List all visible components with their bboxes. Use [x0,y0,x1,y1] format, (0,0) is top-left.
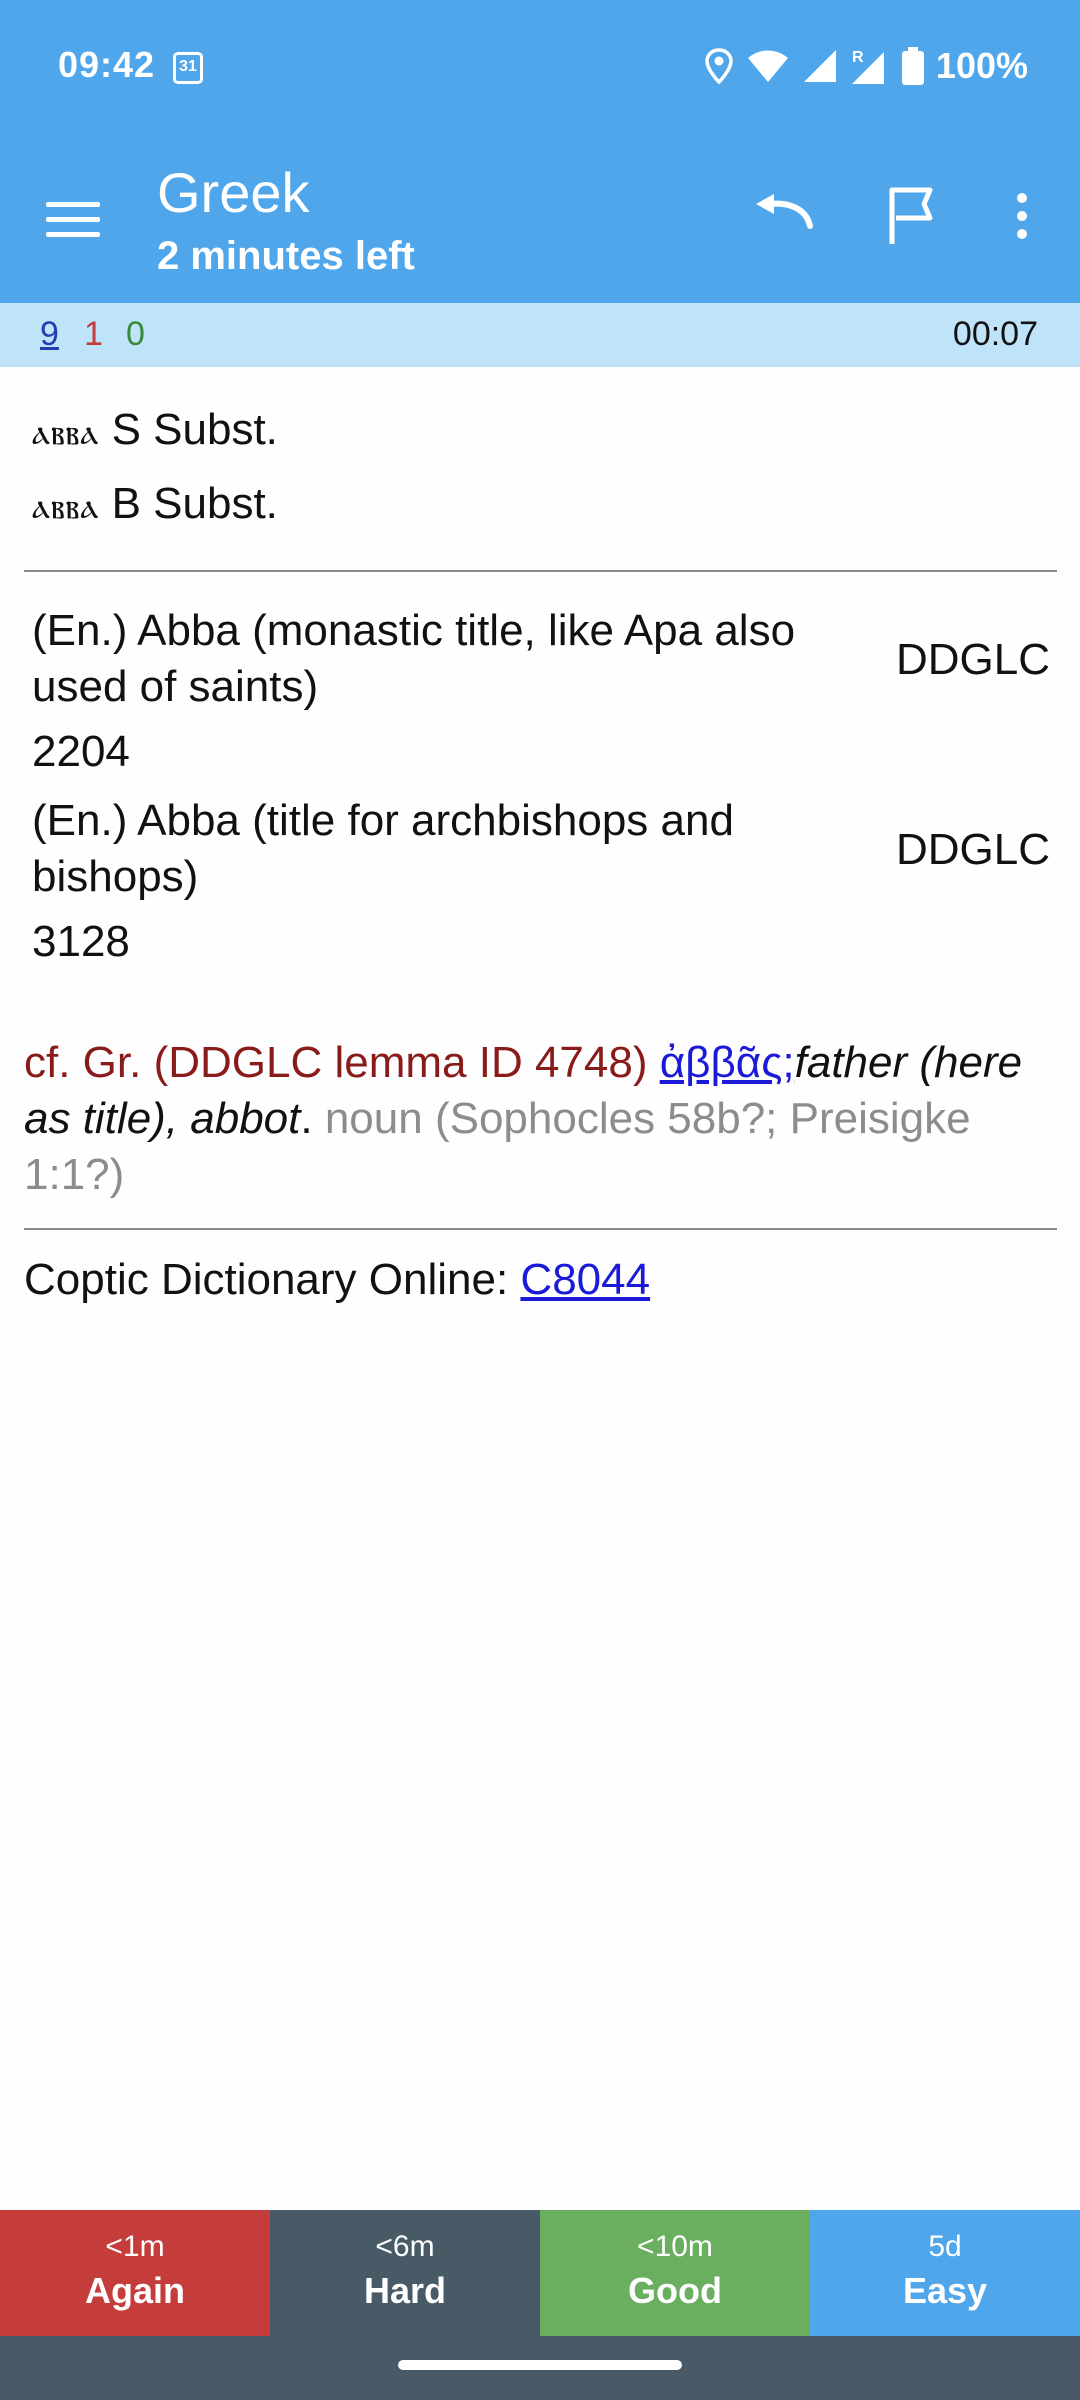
status-time: 09:42 [58,44,156,85]
good-interval: <10m [637,2230,713,2263]
more-options-button[interactable] [986,180,1058,252]
roaming-signal-icon: R [851,49,884,84]
undo-icon [756,194,813,229]
easy-button[interactable]: 5d Easy [810,2210,1080,2336]
coptic-word: ⲁⲃⲃⲁ [32,411,100,452]
hard-button[interactable]: <6m Hard [270,2210,540,2336]
signal-icon [803,50,836,82]
greek-period: . [300,1094,313,1143]
time-left: 2 minutes left [157,234,415,278]
easy-label: Easy [902,2270,988,2311]
again-interval: <1m [105,2230,165,2263]
hard-label: Hard [363,2270,447,2311]
coptic-entry: ⲁⲃⲃⲁ S Subst. [32,405,278,455]
navigation-bar [0,2336,1080,2400]
good-button[interactable]: <10m Good [540,2210,810,2336]
menu-icon-line [46,231,100,237]
status-icons: R 100% [704,44,1028,88]
home-gesture-handle[interactable] [398,2360,682,2370]
coptic-word: ⲁⲃⲃⲁ [32,485,100,526]
definition-source: DDGLC [895,825,1050,874]
status-bar: 09:42 31 R 100% [0,0,1080,134]
battery-percent: 100% [935,45,1028,86]
card-timer: 00:07 [952,315,1038,353]
definition-id: 3128 [32,917,130,966]
definition-text: (En.) Abba (monastic title, like Apa als… [32,606,796,711]
learning-count: 1 [84,315,103,353]
card-counts-bar: 9 1 0 00:07 [0,303,1080,367]
new-count: 9 [40,315,59,353]
greek-equivalent: cf. Gr. (DDGLC lemma ID 4748) ἀββᾶς;fath… [24,1035,1054,1203]
easy-interval: 5d [928,2230,962,2263]
cdo-label: Coptic Dictionary Online: [24,1255,521,1304]
again-button[interactable]: <1m Again [0,2210,270,2336]
definition-text: (En.) Abba (title for archbishops and bi… [32,796,734,901]
menu-icon-line [46,216,100,222]
menu-icon [46,201,100,207]
flag-icon [889,187,933,244]
undo-button[interactable] [748,180,820,252]
greek-lemma-sep: ; [782,1038,795,1087]
cdo-reference: Coptic Dictionary Online: C8044 [24,1255,650,1305]
entry-label: S Subst. [99,405,278,454]
entry-label: B Subst. [99,479,278,528]
definition-id: 2204 [32,727,130,776]
coptic-entry: ⲁⲃⲃⲁ B Subst. [32,479,278,529]
review-count: 0 [126,315,145,353]
more-vert-icon [1017,193,1027,239]
location-icon [705,48,733,84]
toolbar: Greek 2 minutes left [0,134,1080,303]
definition-source: DDGLC [895,635,1050,684]
flag-button[interactable] [876,180,948,252]
greek-prefix: cf. Gr. (DDGLC lemma ID 4748) [24,1038,660,1087]
divider [24,570,1057,572]
good-label: Good [628,2270,722,2311]
svg-text:R: R [852,49,864,66]
answer-buttons: <1m Again <6m Hard <10m Good 5d Easy [0,2210,1080,2336]
greek-lemma-link[interactable]: ἀββᾶς [660,1038,783,1087]
battery-icon [901,47,924,85]
wifi-icon [747,50,788,82]
menu-button[interactable] [40,186,106,252]
hard-interval: <6m [375,2230,435,2263]
cdo-link[interactable]: C8044 [520,1255,650,1304]
app-bar: 09:42 31 R 100% Greek 2 minutes left [0,0,1080,303]
deck-title: Greek [157,161,310,224]
again-label: Again [84,2270,185,2311]
calendar-icon: 31 [173,52,203,84]
divider [24,1228,1057,1230]
